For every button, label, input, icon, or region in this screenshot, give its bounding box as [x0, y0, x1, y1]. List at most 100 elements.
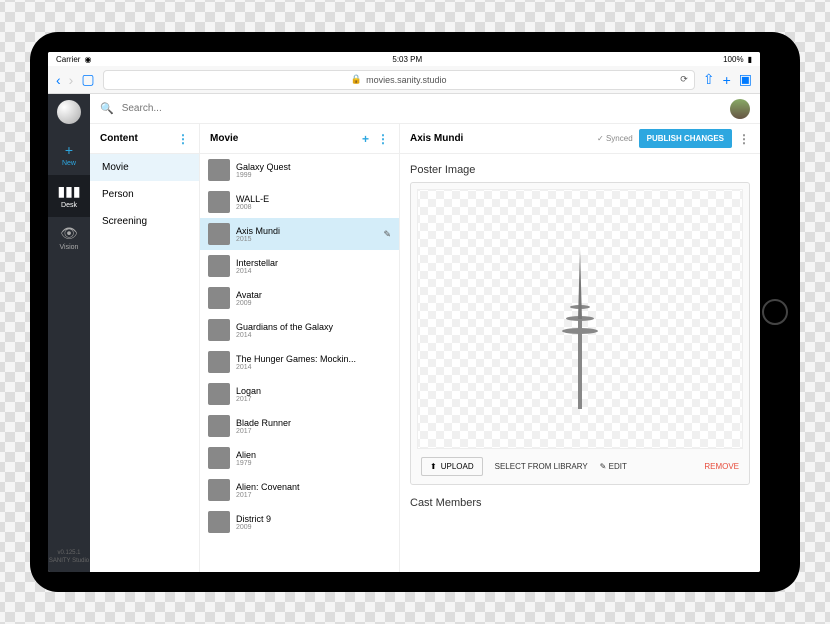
battery-pct: 100% — [723, 55, 743, 64]
tower-graphic — [555, 229, 605, 409]
movie-thumbnail — [208, 383, 230, 405]
movie-thumbnail — [208, 447, 230, 469]
edit-button[interactable]: ✎ EDIT — [600, 462, 627, 471]
movie-item[interactable]: Blade Runner 2017 — [200, 410, 399, 442]
pane-title: Movie — [210, 133, 238, 144]
pencil-icon: ✎ — [383, 229, 391, 240]
panes: Content ⋮ Movie Person Screening Movie — [90, 124, 760, 572]
movie-item[interactable]: WALL-E 2008 — [200, 186, 399, 218]
poster-image[interactable] — [417, 189, 743, 449]
movie-thumbnail — [208, 191, 230, 213]
publish-button[interactable]: PUBLISH CHANGES — [639, 129, 732, 148]
user-avatar[interactable] — [730, 99, 750, 119]
movie-title: Axis Mundi — [236, 226, 377, 236]
home-button[interactable] — [762, 299, 788, 325]
browser-toolbar: ‹ › ▢ 🔒 movies.sanity.studio ⟳ ⇧ + ▣ — [48, 66, 760, 94]
nav-label: New — [62, 160, 76, 167]
movie-item[interactable]: Alien: Covenant 2017 — [200, 474, 399, 506]
select-library-button[interactable]: SELECT FROM LIBRARY — [495, 462, 588, 471]
search-input[interactable] — [122, 103, 722, 114]
movie-year: 2017 — [236, 492, 391, 499]
movie-title: Alien: Covenant — [236, 482, 391, 492]
content-item-person[interactable]: Person — [90, 181, 199, 208]
main: 🔍 Content ⋮ Movie Person Screening — [90, 94, 760, 572]
battery-icon: ▮ — [748, 55, 752, 64]
pane-header: Content ⋮ — [90, 124, 199, 154]
url-bar[interactable]: 🔒 movies.sanity.studio ⟳ — [103, 70, 695, 90]
refresh-icon[interactable]: ⟳ — [680, 74, 688, 85]
movie-item[interactable]: District 9 2009 — [200, 506, 399, 538]
desk-icon: ▮▮▮ — [48, 183, 90, 200]
bookmarks-button[interactable]: ▢ — [81, 71, 94, 88]
movie-year: 1979 — [236, 460, 391, 467]
poster-field: ⬆ UPLOAD SELECT FROM LIBRARY ✎ EDIT REMO… — [410, 182, 750, 485]
poster-label: Poster Image — [410, 164, 750, 176]
movie-title: Alien — [236, 450, 391, 460]
content-item-screening[interactable]: Screening — [90, 208, 199, 235]
doc-header: Axis Mundi ✓ Synced PUBLISH CHANGES ⋮ — [400, 124, 760, 154]
movie-year: 2015 — [236, 236, 377, 243]
wifi-icon: ◉ — [84, 55, 91, 64]
plus-icon: + — [48, 142, 90, 158]
url-text: movies.sanity.studio — [366, 75, 446, 85]
movie-title: District 9 — [236, 514, 391, 524]
movie-thumbnail — [208, 159, 230, 181]
forward-button[interactable]: › — [69, 72, 74, 88]
lock-icon: 🔒 — [351, 74, 362, 85]
back-button[interactable]: ‹ — [56, 72, 61, 88]
eye-icon: 👁 — [48, 225, 90, 242]
movie-thumbnail — [208, 319, 230, 341]
movie-thumbnail — [208, 511, 230, 533]
nav-new[interactable]: + New — [48, 134, 90, 175]
doc-menu[interactable]: ⋮ — [738, 132, 750, 146]
app-sidebar: + New ▮▮▮ Desk 👁 Vision v0.125.1 SANITY … — [48, 94, 90, 572]
upload-icon: ⬆ — [430, 462, 437, 471]
movie-item[interactable]: Guardians of the Galaxy 2014 — [200, 314, 399, 346]
nav-label: Desk — [61, 202, 77, 209]
content-list: Movie Person Screening — [90, 154, 199, 572]
movie-item[interactable]: Interstellar 2014 — [200, 250, 399, 282]
cast-label: Cast Members — [410, 497, 750, 509]
movie-year: 2009 — [236, 524, 391, 531]
new-tab-button[interactable]: + — [723, 72, 731, 88]
carrier-label: Carrier — [56, 55, 80, 64]
screen: Carrier ◉ 5:03 PM 100% ▮ ‹ › ▢ 🔒 movies.… — [48, 52, 760, 572]
tablet-frame: Carrier ◉ 5:03 PM 100% ▮ ‹ › ▢ 🔒 movies.… — [30, 32, 800, 592]
document-pane: Axis Mundi ✓ Synced PUBLISH CHANGES ⋮ Po… — [400, 124, 760, 572]
content-item-movie[interactable]: Movie — [90, 154, 199, 181]
pencil-icon: ✎ — [600, 462, 607, 471]
pane-menu[interactable]: ⋮ — [377, 132, 389, 146]
doc-title: Axis Mundi — [410, 133, 591, 144]
movie-item[interactable]: Avatar 2009 — [200, 282, 399, 314]
movie-thumbnail — [208, 255, 230, 277]
nav-label: Vision — [60, 244, 79, 251]
search-row: 🔍 — [90, 94, 760, 124]
share-button[interactable]: ⇧ — [703, 71, 715, 88]
movie-year: 2017 — [236, 396, 391, 403]
app-logo[interactable] — [57, 100, 81, 124]
movie-item[interactable]: Alien 1979 — [200, 442, 399, 474]
movie-item[interactable]: The Hunger Games: Mockin... 2014 — [200, 346, 399, 378]
clock: 5:03 PM — [392, 55, 422, 64]
content-pane: Content ⋮ Movie Person Screening — [90, 124, 200, 572]
poster-actions: ⬆ UPLOAD SELECT FROM LIBRARY ✎ EDIT REMO… — [417, 449, 743, 478]
pane-header: Movie + ⋮ — [200, 124, 399, 154]
movie-year: 2014 — [236, 364, 391, 371]
remove-button[interactable]: REMOVE — [704, 462, 739, 471]
nav-desk[interactable]: ▮▮▮ Desk — [48, 175, 90, 217]
movie-title: Logan — [236, 386, 391, 396]
pane-menu[interactable]: ⋮ — [177, 132, 189, 146]
movie-item[interactable]: Logan 2017 — [200, 378, 399, 410]
movie-title: Avatar — [236, 290, 391, 300]
add-movie-button[interactable]: + — [362, 132, 369, 146]
version: v0.125.1 — [49, 550, 89, 558]
movie-item[interactable]: Galaxy Quest 1999 — [200, 154, 399, 186]
upload-button[interactable]: ⬆ UPLOAD — [421, 457, 483, 476]
movie-thumbnail — [208, 223, 230, 245]
tabs-button[interactable]: ▣ — [739, 71, 752, 88]
nav-vision[interactable]: 👁 Vision — [48, 217, 90, 259]
movie-item[interactable]: Axis Mundi 2015 ✎ — [200, 218, 399, 250]
movie-title: Galaxy Quest — [236, 162, 391, 172]
movie-year: 1999 — [236, 172, 391, 179]
movie-title: Interstellar — [236, 258, 391, 268]
